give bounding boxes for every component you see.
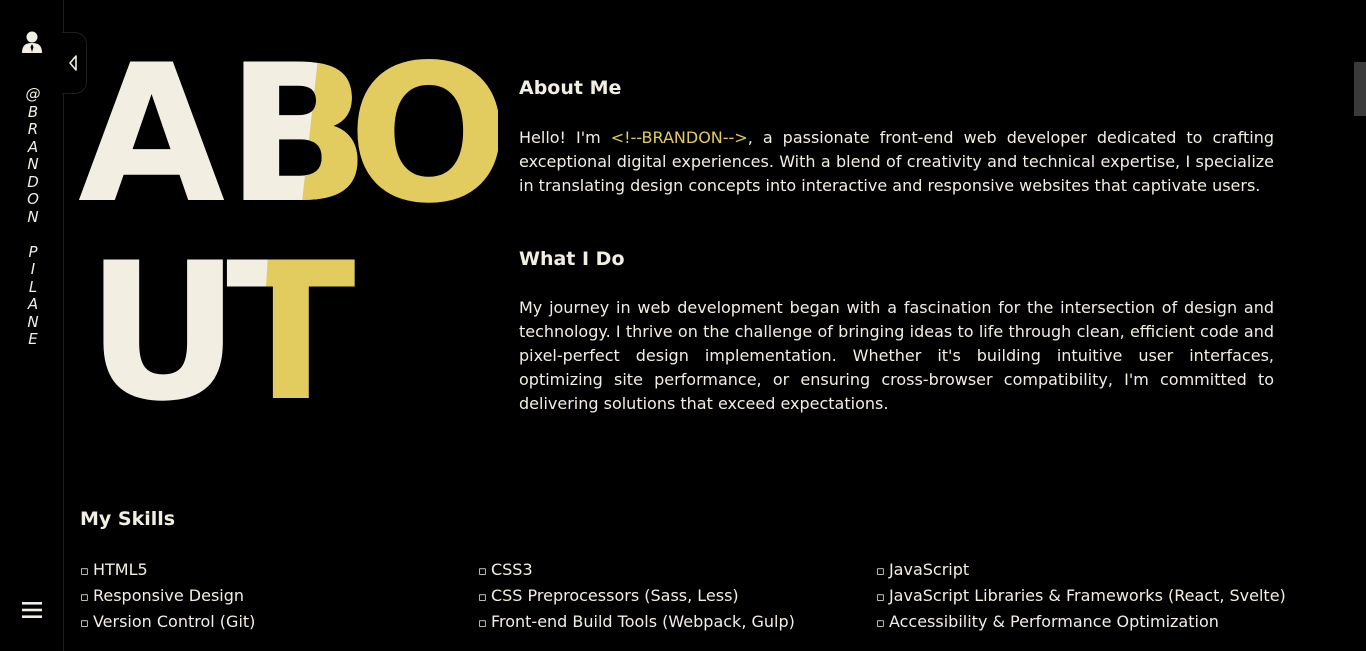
scrollbar-thumb[interactable] xyxy=(1354,62,1366,116)
handle-char: P xyxy=(28,242,38,261)
handle-char: @ xyxy=(25,85,41,103)
handle-char: R xyxy=(27,120,39,138)
handle-char xyxy=(24,226,42,244)
sidebar: @ B R A N D O N PILANE xyxy=(0,0,64,651)
about-me-paragraph: Hello! I'm <!--BRANDON-->, a passionate … xyxy=(519,126,1274,198)
handle-char: I xyxy=(30,260,36,278)
skill-item: JavaScript xyxy=(876,558,1296,584)
hero-letter-a: A xyxy=(78,40,225,245)
handle-char: N xyxy=(27,155,39,173)
hero-letter-o: O xyxy=(348,40,498,245)
skill-item: HTML5 xyxy=(80,558,478,584)
about-me-heading: About Me xyxy=(519,77,622,99)
what-i-do-heading: What I Do xyxy=(519,248,625,270)
handle-char: N xyxy=(27,207,39,226)
menu-icon[interactable] xyxy=(22,601,42,619)
intro-prefix: Hello! I'm xyxy=(519,128,611,147)
skill-item: Responsive Design xyxy=(80,584,478,610)
what-i-do-paragraph: My journey in web development began with… xyxy=(519,298,1274,413)
skill-item: JavaScript Libraries & Frameworks (React… xyxy=(876,584,1296,610)
handle-char: D xyxy=(27,172,39,191)
name-tag: <!--BRANDON--> xyxy=(610,128,748,147)
vertical-handle: @ B R A N D O N PILANE xyxy=(24,85,42,349)
skill-item: CSS3 xyxy=(478,558,876,584)
handle-char: O xyxy=(27,190,39,208)
skill-item: Version Control (Git) xyxy=(80,610,478,636)
handle-char: N xyxy=(27,312,39,331)
handle-char: B xyxy=(27,102,39,121)
user-icon[interactable] xyxy=(21,30,43,54)
skills-list: HTML5 CSS3 JavaScript Responsive Design … xyxy=(80,558,1300,636)
handle-char: A xyxy=(27,137,39,156)
handle-char: L xyxy=(28,277,38,296)
skill-item: CSS Preprocessors (Sass, Less) xyxy=(478,584,876,610)
collapse-arrow-icon xyxy=(69,55,77,71)
hero-about-word: A B B O U T T xyxy=(78,40,498,420)
skills-heading: My Skills xyxy=(80,508,176,530)
handle-char: E xyxy=(28,330,38,348)
hero-letter-u: U xyxy=(86,222,240,420)
skill-item: Front-end Build Tools (Webpack, Gulp) xyxy=(478,610,876,636)
handle-char: A xyxy=(27,295,39,313)
skill-item: Accessibility & Performance Optimization xyxy=(876,610,1296,636)
